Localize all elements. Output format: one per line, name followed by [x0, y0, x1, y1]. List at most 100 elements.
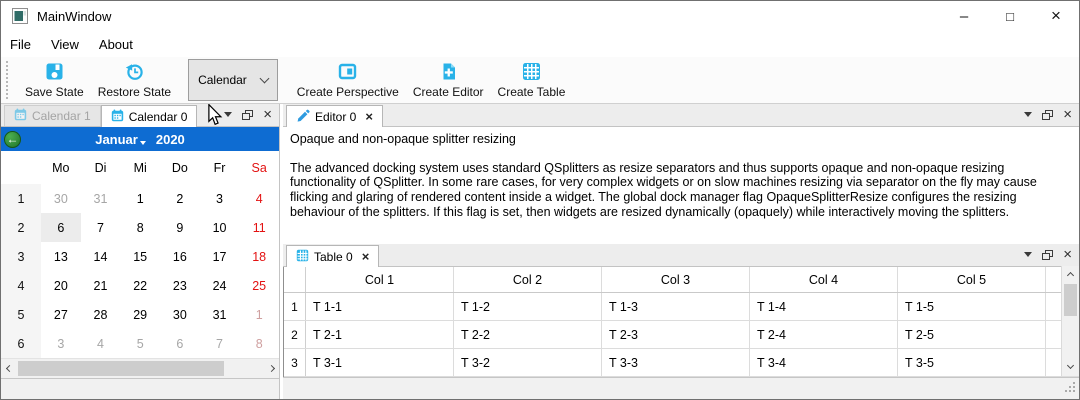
- calendar-day-cell[interactable]: 25: [239, 271, 279, 300]
- calendar-day-cell[interactable]: 1: [239, 300, 279, 329]
- table-cell[interactable]: T 2-2: [454, 321, 602, 348]
- table-cell[interactable]: T 1-3: [602, 293, 750, 320]
- calendar-day-cell[interactable]: 4: [239, 184, 279, 213]
- calendar-day-cell[interactable]: 6: [41, 213, 81, 242]
- close-button[interactable]: ×: [1033, 1, 1079, 31]
- table-cell[interactable]: T 1-2: [454, 293, 602, 320]
- minimize-button[interactable]: –: [941, 1, 987, 35]
- calendar-day-cell[interactable]: 7: [200, 329, 240, 358]
- month-dropdown[interactable]: Januar: [95, 132, 146, 147]
- table-row-header[interactable]: 1: [284, 293, 306, 320]
- calendar-day-cell[interactable]: 18: [239, 242, 279, 271]
- chevron-down-icon[interactable]: [1024, 112, 1032, 117]
- toolbar-drag-handle[interactable]: [6, 61, 11, 99]
- calendar-day-cell[interactable]: 15: [120, 242, 160, 271]
- calendar-day-cell[interactable]: 1: [120, 184, 160, 213]
- float-restore-icon[interactable]: [1042, 110, 1053, 120]
- calendar-day-cell[interactable]: 31: [81, 184, 121, 213]
- calendar-day-cell[interactable]: 14: [81, 242, 121, 271]
- calendar-day-cell[interactable]: 3: [200, 184, 240, 213]
- calendar-day-cell[interactable]: 17: [200, 242, 240, 271]
- calendar-day-cell[interactable]: 8: [239, 329, 279, 358]
- calendar-day-cell[interactable]: 27: [41, 300, 81, 329]
- calendar-day-cell[interactable]: 13: [41, 242, 81, 271]
- table-cell[interactable]: T 3-3: [602, 349, 750, 376]
- restore-state-button[interactable]: Restore State: [91, 60, 178, 101]
- calendar-day-cell[interactable]: 28: [81, 300, 121, 329]
- tab-editor-0[interactable]: Editor 0 ×: [286, 105, 383, 127]
- table-column-header[interactable]: Col 5: [898, 267, 1046, 292]
- tab-close-icon[interactable]: ×: [362, 250, 370, 263]
- save-state-button[interactable]: Save State: [18, 60, 91, 101]
- table-cell[interactable]: T 3-1: [306, 349, 454, 376]
- tab-calendar-0[interactable]: Calendar 0: [101, 105, 198, 127]
- calendar-day-cell[interactable]: 30: [41, 184, 81, 213]
- table-cell[interactable]: T 1-1: [306, 293, 454, 320]
- previous-month-button[interactable]: ←: [4, 131, 21, 148]
- menu-item-about[interactable]: About: [89, 31, 143, 57]
- calendar-day-cell[interactable]: 24: [200, 271, 240, 300]
- table-cell[interactable]: T 2-1: [306, 321, 454, 348]
- table-column-header[interactable]: Col 2: [454, 267, 602, 292]
- calendar-day-cell[interactable]: 10: [200, 213, 240, 242]
- float-restore-icon[interactable]: [242, 110, 253, 120]
- scrollbar-thumb[interactable]: [18, 361, 224, 376]
- table-cell[interactable]: T 3-2: [454, 349, 602, 376]
- scroll-down-icon[interactable]: [1062, 359, 1079, 375]
- scroll-right-icon[interactable]: [263, 366, 279, 371]
- calendar-day-cell[interactable]: 29: [120, 300, 160, 329]
- scroll-up-icon[interactable]: [1062, 267, 1079, 283]
- scrollbar-thumb[interactable]: [1064, 284, 1077, 316]
- calendar-day-cell[interactable]: 4: [81, 329, 121, 358]
- table-column-header[interactable]: Col 4: [750, 267, 898, 292]
- table-row-header[interactable]: 2: [284, 321, 306, 348]
- menu-item-file[interactable]: File: [1, 31, 41, 57]
- menu-item-view[interactable]: View: [41, 31, 89, 57]
- table-column-header[interactable]: Col 3: [602, 267, 750, 292]
- create-perspective-button[interactable]: Create Perspective: [290, 60, 406, 101]
- calendar-day-cell[interactable]: 22: [120, 271, 160, 300]
- calendar-day-cell[interactable]: 9: [160, 213, 200, 242]
- size-grip-icon[interactable]: [1064, 380, 1076, 398]
- chevron-down-icon[interactable]: [224, 112, 232, 117]
- calendar-day-cell[interactable]: 2: [160, 184, 200, 213]
- tab-table-0[interactable]: Table 0 ×: [286, 245, 379, 267]
- calendar-day-cell[interactable]: 3: [41, 329, 81, 358]
- table-cell[interactable]: T 2-3: [602, 321, 750, 348]
- calendar-day-cell[interactable]: 21: [81, 271, 121, 300]
- close-icon[interactable]: ×: [1063, 247, 1072, 262]
- calendar-day-cell[interactable]: 23: [160, 271, 200, 300]
- table-cell[interactable]: T 1-5: [898, 293, 1046, 320]
- close-icon[interactable]: ×: [1063, 107, 1072, 122]
- table-cell[interactable]: T 1-4: [750, 293, 898, 320]
- calendar-day-cell[interactable]: 11: [239, 213, 279, 242]
- calendar-horizontal-scrollbar[interactable]: [1, 358, 279, 378]
- calendar-day-cell[interactable]: 7: [81, 213, 121, 242]
- editor-content[interactable]: Opaque and non-opaque splitter resizing …: [283, 127, 1079, 241]
- calendar-day-cell[interactable]: 5: [120, 329, 160, 358]
- table-cell[interactable]: T 3-4: [750, 349, 898, 376]
- create-editor-button[interactable]: Create Editor: [406, 60, 491, 101]
- table-vertical-scrollbar[interactable]: [1061, 266, 1079, 376]
- maximize-button[interactable]: □: [987, 1, 1033, 31]
- create-table-button[interactable]: Create Table: [491, 60, 573, 101]
- table-cell[interactable]: T 3-5: [898, 349, 1046, 376]
- perspective-combobox[interactable]: Calendar: [188, 59, 278, 101]
- calendar-day-cell[interactable]: 8: [120, 213, 160, 242]
- chevron-down-icon[interactable]: [1024, 252, 1032, 257]
- calendar-day-cell[interactable]: 31: [200, 300, 240, 329]
- scroll-left-icon[interactable]: [1, 366, 17, 371]
- year-label[interactable]: 2020: [156, 132, 185, 147]
- calendar-day-cell[interactable]: 20: [41, 271, 81, 300]
- calendar-day-cell[interactable]: 30: [160, 300, 200, 329]
- table-row-header[interactable]: 3: [284, 349, 306, 376]
- table-cell[interactable]: T 2-5: [898, 321, 1046, 348]
- calendar-day-cell[interactable]: 6: [160, 329, 200, 358]
- table-cell[interactable]: T 2-4: [750, 321, 898, 348]
- tab-calendar-1[interactable]: Calendar 1: [4, 105, 101, 126]
- tab-close-icon[interactable]: ×: [365, 110, 373, 123]
- calendar-day-cell[interactable]: 16: [160, 242, 200, 271]
- float-restore-icon[interactable]: [1042, 250, 1053, 260]
- table-column-header[interactable]: Col 1: [306, 267, 454, 292]
- close-icon[interactable]: ×: [263, 107, 272, 122]
